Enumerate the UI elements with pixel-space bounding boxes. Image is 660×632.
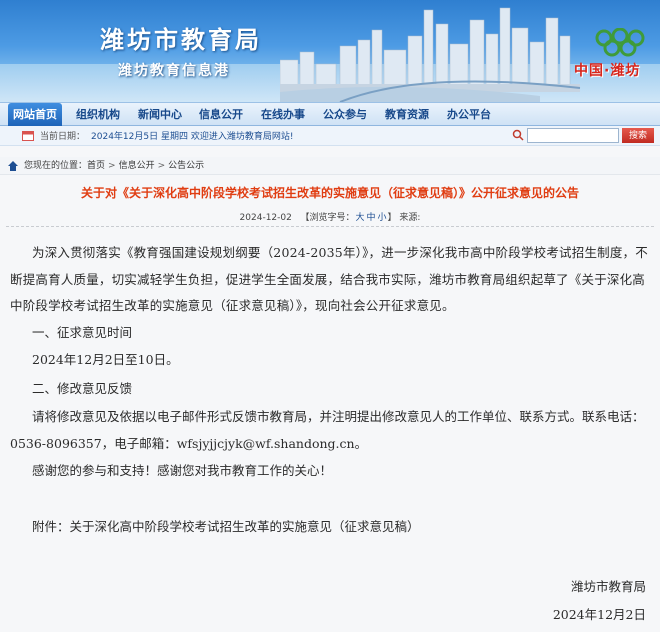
site-banner: 潍坊市教育局 潍坊教育信息港 中国·潍坊: [0, 0, 660, 102]
breadcrumb-home[interactable]: 首页: [87, 161, 105, 171]
article-date: 2024-12-02: [239, 213, 292, 223]
font-size-large[interactable]: 大: [355, 213, 364, 223]
breadcrumb-info-public[interactable]: 信息公开: [119, 161, 155, 171]
date-label: 当前日期：: [40, 132, 86, 142]
breadcrumb-sep: >: [108, 161, 116, 171]
breadcrumb-announcements[interactable]: 公告公示: [168, 161, 204, 171]
nav-item-online-service[interactable]: 在线办事: [255, 103, 311, 126]
section-heading-feedback: 二、修改意见反馈: [32, 381, 133, 396]
site-subtitle: 潍坊教育信息港: [118, 63, 230, 79]
section-heading-time: 一、征求意见时间: [32, 325, 133, 340]
section-detail-time: 2024年12月2日至10日。: [32, 352, 179, 367]
date-value: 2024年12月5日 星期四 欢迎进入潍坊教育局网站!: [91, 132, 294, 142]
location-icon: [8, 161, 18, 171]
nav-item-public-participation[interactable]: 公众参与: [317, 103, 373, 126]
current-date: 当前日期： 2024年12月5日 星期四 欢迎进入潍坊教育局网站!: [40, 129, 293, 142]
article-thanks: 感谢您的参与和支持！感谢您对我市教育工作的关心！: [32, 463, 333, 478]
article-contact-paragraph: 请将修改意见及依据以电子邮件形式反馈市教育局，并注明提出修改意见人的工作单位、联…: [10, 409, 645, 451]
article-sign-date: 2024年12月2日: [552, 607, 646, 622]
font-size-label-close: 】: [387, 213, 397, 223]
article-attachment-link[interactable]: 附件：关于深化高中阶段学校考试招生改革的实施意见（征求意见稿）: [32, 514, 652, 541]
search-icon: [512, 129, 524, 141]
title-divider: [6, 226, 654, 227]
nav-item-office-platform[interactable]: 办公平台: [441, 103, 497, 126]
nav-item-home[interactable]: 网站首页: [8, 103, 62, 126]
breadcrumb-prefix: 您现在的位置：: [24, 161, 88, 171]
nav-item-organization[interactable]: 组织机构: [70, 103, 126, 126]
breadcrumb-sep: >: [157, 161, 166, 171]
breadcrumb: 您现在的位置：首页 > 信息公开 > 公告公示: [0, 157, 660, 175]
nav-item-edu-resources[interactable]: 教育资源: [379, 103, 435, 126]
weifang-logo-icon: [595, 28, 645, 57]
font-size-label: 【浏览字号：: [300, 213, 355, 223]
calendar-icon: [22, 131, 34, 141]
search-button[interactable]: 搜索: [622, 128, 654, 143]
article-meta: 2024-12-02 【浏览字号：大中小】 来源:: [0, 210, 660, 223]
site-title: 潍坊市教育局: [100, 25, 262, 54]
breadcrumb-trail: 您现在的位置：首页 > 信息公开 > 公告公示: [24, 157, 204, 175]
article-source-label: 来源:: [399, 213, 421, 223]
date-bar: 当前日期： 2024年12月5日 星期四 欢迎进入潍坊教育局网站! 搜索: [0, 126, 660, 146]
main-nav: 网站首页 组织机构 新闻中心 信息公开 在线办事 公众参与 教育资源 办公平台: [0, 102, 660, 126]
nav-item-info-public[interactable]: 信息公开: [193, 103, 249, 126]
logo-text: 中国·潍坊: [574, 63, 641, 79]
nav-item-news[interactable]: 新闻中心: [132, 103, 188, 126]
font-size-medium[interactable]: 中: [366, 213, 375, 223]
font-size-small[interactable]: 小: [378, 213, 387, 223]
search-input[interactable]: [527, 128, 619, 143]
article-signature: 潍坊市教育局: [570, 579, 646, 594]
article-intro-paragraph: 为深入贯彻落实《教育强国建设规划纲要（2024-2035年）》，进一步深化我市高…: [10, 245, 648, 313]
article-title: 关于对《关于深化高中阶段学校考试招生改革的实施意见（征求意见稿）》公开征求意见的…: [80, 186, 579, 200]
